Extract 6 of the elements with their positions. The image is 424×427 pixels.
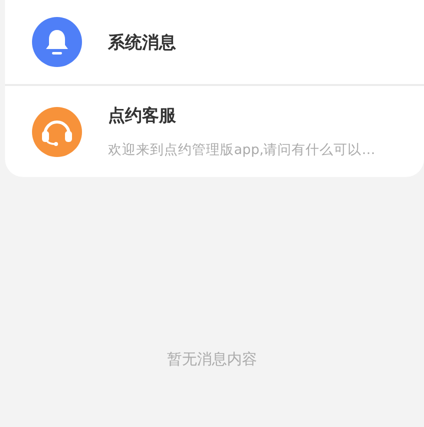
headset-icon [41,118,73,146]
message-preview: 欢迎来到点约管理版app,请问有什么可以… [108,141,376,159]
message-title[interactable]: 点约客服 [108,104,376,127]
empty-message: 暂无消息内容 [167,350,257,369]
bell-icon [44,28,70,56]
message-title[interactable]: 系统消息 [108,30,176,54]
